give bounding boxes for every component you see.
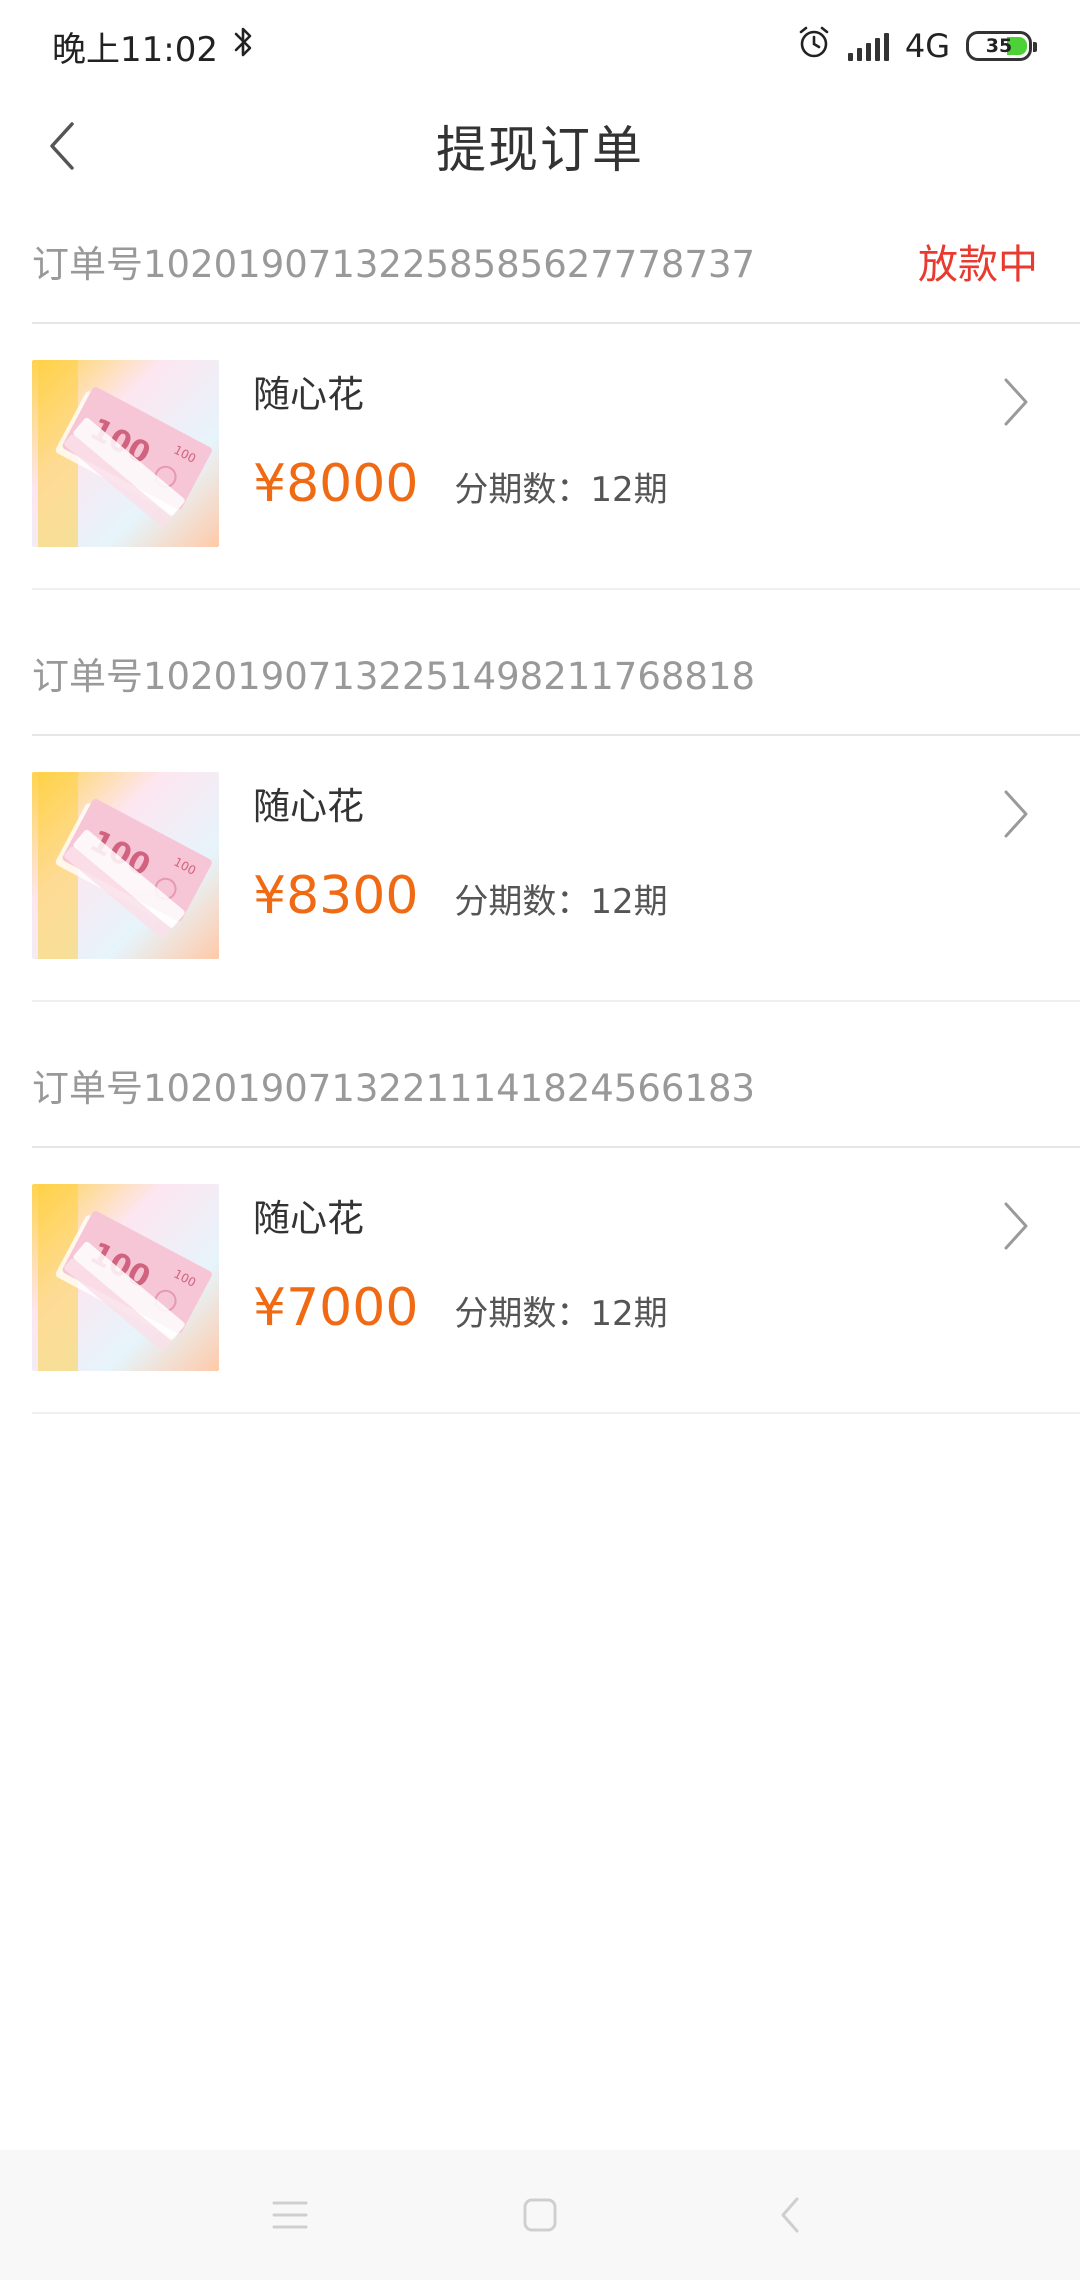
divider	[32, 1412, 1080, 1414]
chevron-right-icon	[1004, 1202, 1028, 1250]
battery-level: 35	[985, 35, 1013, 57]
divider	[32, 1000, 1080, 1002]
menu-button[interactable]	[260, 2185, 320, 2245]
header: 提现订单	[0, 92, 1080, 200]
order-info: 随心花 ¥8000 分期数：12期	[253, 360, 1048, 514]
order-info: 随心花 ¥8300 分期数：12期	[253, 772, 1048, 926]
product-name: 随心花	[253, 1197, 364, 1240]
bluetooth-icon	[232, 25, 256, 68]
order-info: 随心花 ¥7000 分期数：12期	[253, 1184, 1048, 1338]
alarm-icon	[796, 24, 832, 68]
order-header: 订单号10201907132251498211768818	[0, 612, 1080, 734]
installment-periods: 分期数：12期	[454, 1294, 668, 1334]
back-button[interactable]	[30, 114, 94, 178]
order-item[interactable]: 100 100 随心花 ¥8000 分期数：12期	[0, 324, 1080, 588]
installment-periods: 分期数：12期	[454, 470, 668, 510]
product-thumbnail: 100 100	[32, 360, 219, 547]
chevron-left-icon	[50, 122, 74, 170]
product-thumbnail: 100 100	[32, 772, 219, 959]
order-number: 订单号10201907132251498211768818	[32, 655, 756, 698]
price: ¥7000	[253, 1278, 419, 1338]
order-number: 订单号10201907132211141824566183	[32, 1067, 756, 1110]
order-number: 订单号10201907132258585627778737	[32, 243, 756, 286]
system-nav-bar	[0, 2150, 1080, 2280]
order-item[interactable]: 100 100 随心花 ¥8300 分期数：12期	[0, 736, 1080, 1000]
installment-periods: 分期数：12期	[454, 882, 668, 922]
price: ¥8300	[253, 866, 419, 926]
price-row: ¥8300 分期数：12期	[253, 866, 1048, 926]
price-row: ¥8000 分期数：12期	[253, 454, 1048, 514]
price: ¥8000	[253, 454, 419, 514]
menu-icon	[272, 2201, 308, 2229]
order-item[interactable]: 100 100 随心花 ¥7000 分期数：12期	[0, 1148, 1080, 1412]
page: 晚上11:02 4G 35 提现订单 订单号102019071322585856…	[0, 0, 1080, 2280]
order-header: 订单号10201907132211141824566183	[0, 1024, 1080, 1146]
back-triangle-icon	[781, 2197, 799, 2233]
order-card: 订单号10201907132251498211768818 100 100 随心…	[0, 612, 1080, 1002]
chevron-right-icon	[1004, 790, 1028, 838]
price-row: ¥7000 分期数：12期	[253, 1278, 1048, 1338]
page-title: 提现订单	[436, 121, 644, 179]
signal-icon	[847, 31, 889, 61]
system-back-button[interactable]	[760, 2185, 820, 2245]
order-header: 订单号10201907132258585627778737 放款中	[0, 200, 1080, 322]
status-left: 晚上11:02	[52, 22, 256, 71]
home-button[interactable]	[510, 2185, 570, 2245]
home-square-icon	[523, 2198, 557, 2232]
status-bar: 晚上11:02 4G 35	[0, 0, 1080, 92]
product-thumbnail: 100 100	[32, 1184, 219, 1371]
battery-icon: 35	[966, 31, 1037, 61]
divider	[32, 588, 1080, 590]
order-card: 订单号10201907132258585627778737 放款中 100 10…	[0, 200, 1080, 590]
network-type: 4G	[904, 27, 950, 65]
status-time: 晚上11:02	[52, 29, 218, 70]
order-card: 订单号10201907132211141824566183 100 100 随心…	[0, 1024, 1080, 1414]
product-name: 随心花	[253, 373, 364, 416]
status-right: 4G 35	[796, 24, 1037, 68]
product-name: 随心花	[253, 785, 364, 828]
order-status: 放款中	[918, 242, 1038, 288]
chevron-right-icon	[1004, 378, 1028, 426]
